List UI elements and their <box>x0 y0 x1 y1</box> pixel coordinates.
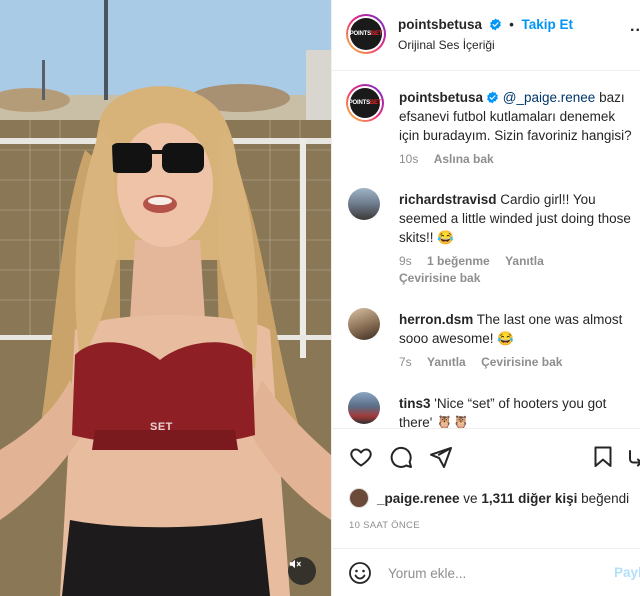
verified-badge-icon <box>487 91 498 104</box>
commenter-avatar[interactable] <box>348 188 380 220</box>
smiley-icon[interactable] <box>348 561 372 585</box>
post-actions: _paige.renee ve 1,311 diğer kişi beğendi… <box>332 428 640 548</box>
comments-list[interactable]: POINTSBET pointsbetusa @_paige.renee baz… <box>332 72 640 428</box>
heart-icon[interactable] <box>349 445 373 469</box>
see-translation-button[interactable]: Çevirisine bak <box>481 355 562 369</box>
mute-button[interactable] <box>288 557 316 585</box>
caption-mention[interactable]: @_paige.renee <box>503 90 596 105</box>
see-translation-button[interactable]: Çevirisine bak <box>399 271 480 285</box>
likes-summary: _paige.renee ve 1,311 diğer kişi beğendi <box>349 488 629 508</box>
likes-others-count[interactable]: 1,311 diğer kişi <box>481 491 577 506</box>
header-dot: • <box>509 17 514 32</box>
comment-username[interactable]: richardstravisd <box>399 192 497 207</box>
paper-plane-icon[interactable] <box>429 445 453 469</box>
caption-body: pointsbetusa @_paige.renee bazı efsanevi… <box>399 88 639 167</box>
repost-icon[interactable] <box>628 445 640 469</box>
caption-time[interactable]: 10s <box>399 152 418 166</box>
likes-connector: ve <box>459 490 482 506</box>
comment-body: tins3 'Nice “set” of hooters you got the… <box>399 394 639 428</box>
comment-body: richardstravisd Cardio girl!! You seemed… <box>399 190 639 286</box>
commenter-avatar[interactable] <box>348 392 380 424</box>
caption-meta: 10s Aslına bak <box>399 151 639 167</box>
comment-time[interactable]: 9s <box>399 254 412 268</box>
bookmark-icon[interactable] <box>591 445 615 469</box>
comment-body: herron.dsm The last one was almost sooo … <box>399 310 639 370</box>
caption-avatar[interactable]: POINTSBET <box>346 84 384 122</box>
comment-text: 'Nice “set” of hooters you got there' 🦉🦉 <box>399 396 607 428</box>
comment-likes-count[interactable]: 1 beğenme <box>427 254 490 268</box>
add-comment-bar: Paylaş <box>332 548 640 596</box>
reply-button[interactable]: Yanıtla <box>427 355 466 369</box>
audio-label[interactable]: Orijinal Ses İçeriği <box>398 38 495 52</box>
author-avatar[interactable]: POINTSBET <box>346 14 386 54</box>
follow-button[interactable]: Takip Et <box>521 17 573 32</box>
liker-username[interactable]: _paige.renee <box>377 491 460 506</box>
verified-badge-icon <box>489 18 501 31</box>
speaker-muted-icon <box>289 559 301 569</box>
comment-meta: 7s Yanıtla Çevirisine bak <box>399 354 639 370</box>
post-header: POINTSBET pointsbetusa • Takip Et Orijin… <box>332 0 640 71</box>
post-details-panel: POINTSBET pointsbetusa • Takip Et Orijin… <box>331 0 640 596</box>
likes-suffix: beğendi <box>577 490 630 506</box>
post-comment-button[interactable]: Paylaş <box>614 565 640 580</box>
comment-time[interactable]: 7s <box>399 355 412 369</box>
reply-button[interactable]: Yanıtla <box>505 254 544 268</box>
caption-see-translation[interactable]: Aslına bak <box>434 152 494 166</box>
more-options-button[interactable]: ... <box>630 18 640 36</box>
post-timestamp[interactable]: 10 SAAT ÖNCE <box>349 520 420 531</box>
comment-translation-row: Çevirisine bak <box>399 270 639 286</box>
comment-username[interactable]: herron.dsm <box>399 312 473 327</box>
caption-username[interactable]: pointsbetusa <box>399 90 483 105</box>
commenter-avatar[interactable] <box>348 308 380 340</box>
liker-avatar[interactable] <box>349 488 369 508</box>
post-video[interactable]: SET <box>0 0 331 596</box>
author-username[interactable]: pointsbetusa <box>398 17 482 32</box>
pointsbet-logo: POINTSBET <box>348 100 382 106</box>
video-frame <box>0 0 331 596</box>
comment-bubble-icon[interactable] <box>389 445 413 469</box>
comment-input[interactable] <box>388 561 598 585</box>
shirt-logo-text: SET <box>150 421 173 433</box>
comment-meta: 9s 1 beğenme Yanıtla <box>399 253 639 269</box>
pointsbet-logo: POINTSBET <box>349 31 383 37</box>
comment-username[interactable]: tins3 <box>399 396 431 411</box>
